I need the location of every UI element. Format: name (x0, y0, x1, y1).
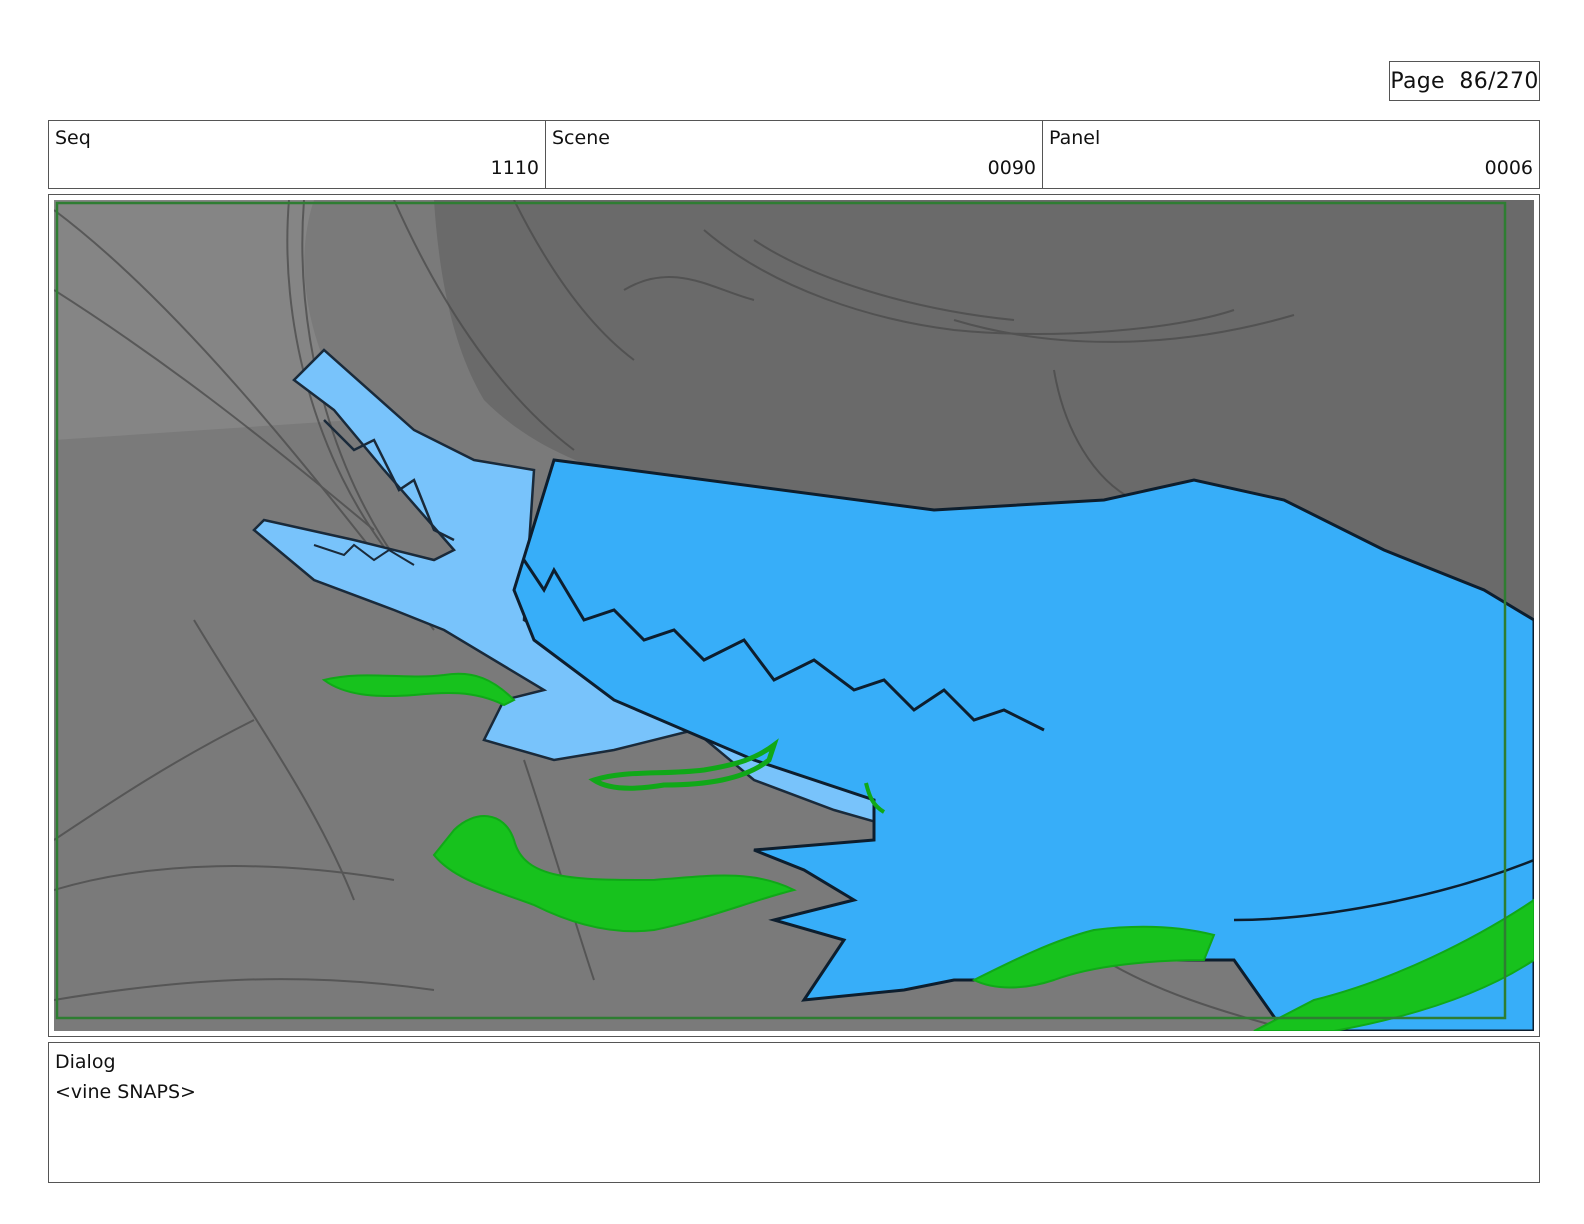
panel-cell: Panel 0006 (1043, 121, 1539, 188)
panel-value: 0006 (1484, 157, 1533, 179)
dialog-label: Dialog (55, 1051, 116, 1073)
scene-value: 0090 (987, 157, 1036, 179)
seq-cell: Seq 1110 (49, 121, 546, 188)
dialog-text: <vine SNAPS> (55, 1081, 196, 1103)
page-indicator: Page 86/270 (1389, 61, 1540, 101)
page-number: 86/270 (1459, 68, 1539, 94)
panel-artwork (54, 200, 1534, 1031)
dialog-box: Dialog <vine SNAPS> (48, 1042, 1540, 1183)
panel-label: Panel (1049, 127, 1101, 149)
seq-label: Seq (55, 127, 91, 149)
panel-info-header: Seq 1110 Scene 0090 Panel 0006 (48, 120, 1540, 189)
page-label: Page (1390, 68, 1445, 94)
storyboard-panel (48, 194, 1540, 1037)
scene-label: Scene (552, 127, 610, 149)
seq-value: 1110 (490, 157, 539, 179)
scene-cell: Scene 0090 (546, 121, 1043, 188)
